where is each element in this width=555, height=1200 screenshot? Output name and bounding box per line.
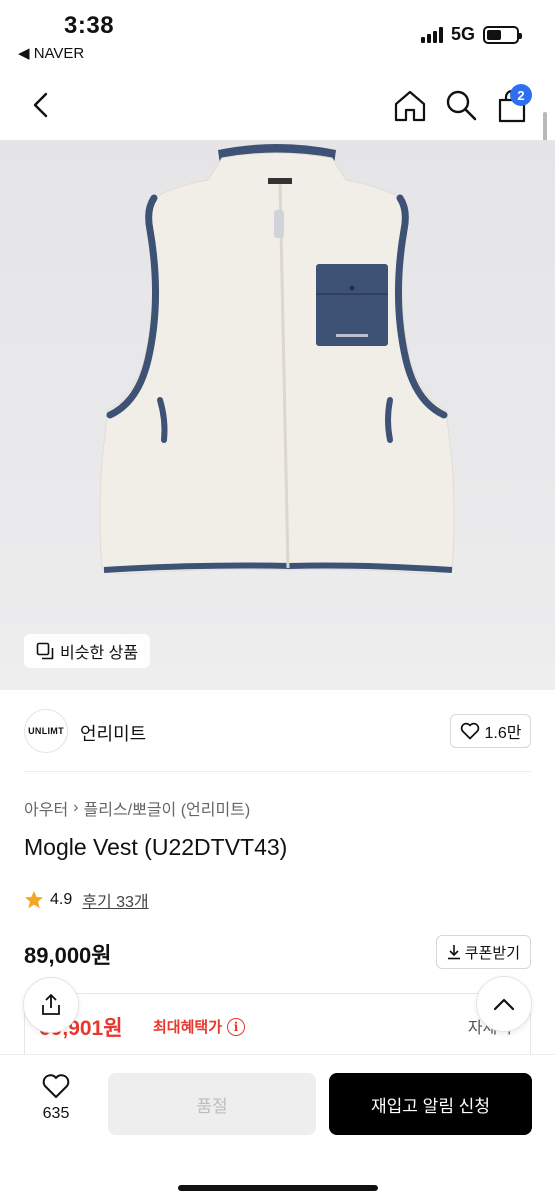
info-icon[interactable]: i xyxy=(227,1017,246,1036)
soldout-button[interactable]: 품절 xyxy=(108,1073,316,1135)
back-to-app-link[interactable]: ◀ NAVER xyxy=(18,44,84,62)
similar-icon xyxy=(36,642,54,660)
brand-like-button[interactable]: 1.6만 xyxy=(450,714,531,748)
wishlist-count: 635 xyxy=(42,1105,70,1122)
heart-icon xyxy=(460,722,479,740)
similar-products-button[interactable]: 비슷한 상품 xyxy=(24,634,151,668)
back-arrow-icon[interactable] xyxy=(24,88,58,122)
similar-products-label: 비슷한 상품 xyxy=(60,645,139,662)
max-benefit-label-group: 최대혜택가 i xyxy=(153,1016,246,1037)
max-benefit-label: 최대혜택가 xyxy=(153,1019,223,1036)
signal-icon xyxy=(420,26,443,43)
wishlist-button[interactable]: 635 xyxy=(24,1073,88,1133)
battery-icon xyxy=(483,25,522,44)
breadcrumb-item-fleece[interactable]: 플리스/뽀글이 (언리미트) xyxy=(84,796,251,820)
breadcrumb: 아우터 › 플리스/뽀글이 (언리미트) xyxy=(24,796,250,820)
brand-like-count: 1.6만 xyxy=(484,725,522,742)
max-benefit-box[interactable]: 69,901원 최대혜택가 i 자세히 xyxy=(24,993,531,1063)
review-link[interactable]: 후기 33개 xyxy=(82,888,148,912)
product-price: 89,000원 xyxy=(24,943,112,968)
home-icon[interactable] xyxy=(392,88,428,124)
status-indicators: 5G xyxy=(420,24,522,45)
bottom-action-bar: 635 품절 재입고 알림 신청 xyxy=(0,1054,555,1200)
product-image[interactable]: 비슷한 상품 xyxy=(0,140,555,690)
share-button[interactable] xyxy=(23,977,79,1033)
brand-name[interactable]: 언리미트 xyxy=(80,720,146,746)
home-indicator[interactable] xyxy=(178,1185,378,1191)
restock-alert-button[interactable]: 재입고 알림 신청 xyxy=(329,1073,532,1135)
coupon-button[interactable]: 쿠폰받기 xyxy=(435,935,531,969)
vest-illustration xyxy=(99,144,455,575)
download-icon xyxy=(447,945,460,960)
status-time: 3:38 xyxy=(64,12,115,39)
chevron-right-icon: › xyxy=(73,799,79,816)
brand-row: UNLIMT 언리미트 1.6만 xyxy=(24,690,531,772)
share-icon xyxy=(42,994,60,1015)
star-icon xyxy=(25,891,43,909)
cart-count-badge: 2 xyxy=(510,84,532,106)
search-icon[interactable] xyxy=(444,88,478,122)
network-label: 5G xyxy=(450,24,475,44)
heart-icon xyxy=(42,1074,70,1098)
rating-value: 4.9 xyxy=(50,891,73,908)
breadcrumb-item-outer[interactable]: 아우터 xyxy=(24,796,68,820)
scroll-to-top-button[interactable] xyxy=(476,976,532,1032)
chevron-up-icon xyxy=(493,998,515,1011)
brand-logo[interactable]: UNLIMT xyxy=(24,709,68,753)
top-navigation: 2 xyxy=(0,70,555,140)
product-title: Mogle Vest (U22DTVT43) xyxy=(24,834,288,860)
rating-row: 4.9 후기 33개 xyxy=(24,888,149,912)
status-bar: 3:38 ◀ NAVER 5G xyxy=(0,0,555,70)
coupon-label: 쿠폰받기 xyxy=(464,944,520,962)
